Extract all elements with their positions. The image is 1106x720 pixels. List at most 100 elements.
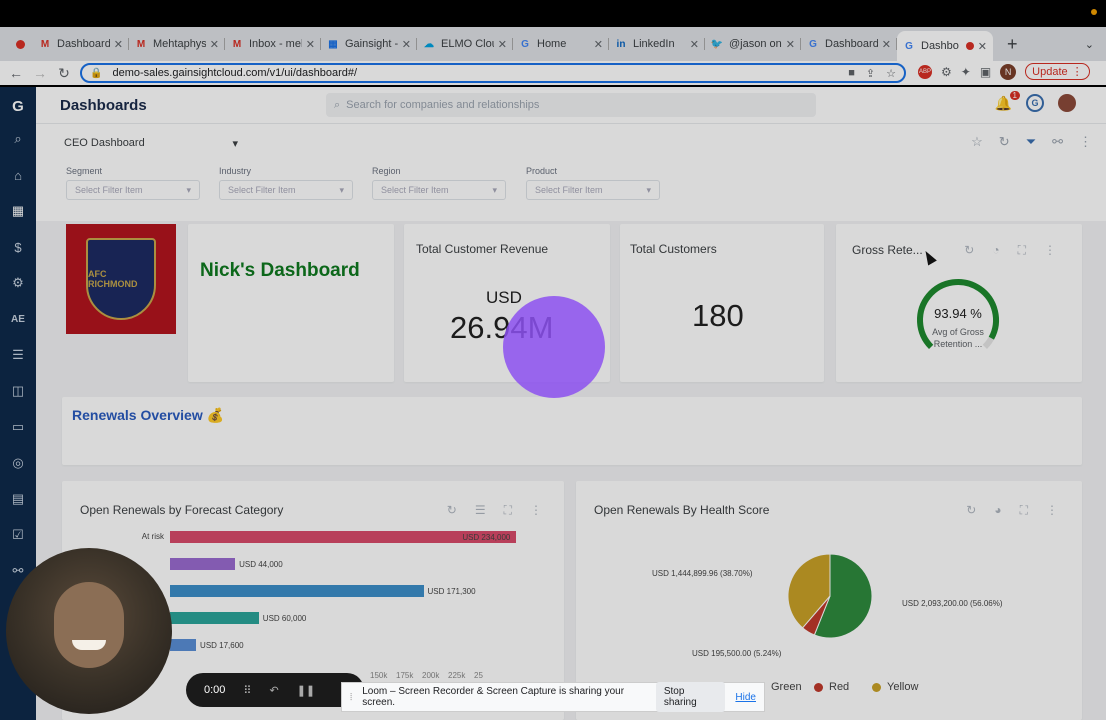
- tab-recording-icon: [965, 42, 974, 50]
- back-button[interactable]: ←: [4, 65, 28, 81]
- browser-tab[interactable]: G Dashbo ✕: [897, 31, 993, 61]
- forecast-bar[interactable]: [170, 639, 197, 651]
- filter-segment: Segment Select Filter Item ▾: [66, 166, 200, 200]
- main-content: Dashboards ⌕ Search for companies and re…: [36, 87, 1106, 720]
- recording-indicator-icon: [16, 39, 25, 49]
- clipboard-icon[interactable]: ☑: [8, 525, 28, 545]
- grip-icon[interactable]: ⦙: [350, 692, 352, 703]
- close-tab-icon[interactable]: ✕: [498, 38, 507, 51]
- target-icon[interactable]: ◎: [8, 453, 28, 473]
- tab-title: Gainsight -: [345, 38, 398, 50]
- caret-icon: ▾: [492, 185, 497, 195]
- tab-title: LinkedIn: [633, 38, 675, 50]
- stop-sharing-button[interactable]: Stop sharing: [655, 682, 726, 712]
- dollar-icon[interactable]: $: [8, 237, 28, 257]
- browser-tab[interactable]: G Home ✕: [513, 30, 609, 58]
- extensions-puzzle-icon[interactable]: ✦: [961, 65, 971, 79]
- update-button[interactable]: Update ⋮: [1025, 63, 1090, 80]
- filter-product-input[interactable]: Select Filter Item ▾: [526, 180, 660, 200]
- tab-search-chevron-icon[interactable]: ⌄: [1085, 38, 1094, 51]
- ae-icon[interactable]: AE: [8, 309, 28, 329]
- close-tab-icon[interactable]: ✕: [594, 38, 603, 51]
- crest-text: AFC RICHMOND: [88, 269, 138, 289]
- favorite-star-icon[interactable]: ☆: [971, 134, 983, 150]
- settings-icon[interactable]: ⚙: [8, 273, 28, 293]
- hide-button[interactable]: Hide: [735, 692, 756, 703]
- drag-handle-icon[interactable]: ⠿: [243, 684, 251, 697]
- x-axis-tick: 200k: [422, 671, 440, 680]
- browser-tab[interactable]: M Mehtaphys ✕: [129, 30, 225, 58]
- browser-tab[interactable]: G Dashboard ✕: [801, 30, 897, 58]
- close-tab-icon[interactable]: ✕: [978, 40, 987, 53]
- forecast-bar[interactable]: [170, 612, 259, 624]
- report-icon[interactable]: ▤: [8, 489, 28, 509]
- url-field[interactable]: 🔒 demo-sales.gainsightcloud.com/v1/ui/da…: [80, 63, 906, 83]
- filter-industry-input[interactable]: Select Filter Item ▾: [219, 180, 353, 200]
- profile-avatar[interactable]: N: [1000, 63, 1017, 80]
- filter-placeholder: Select Filter Item: [535, 185, 603, 195]
- dashboard-select[interactable]: CEO Dashboard ▾: [56, 132, 246, 154]
- tab-title: @jason on: [729, 38, 782, 50]
- close-tab-icon[interactable]: ✕: [882, 38, 891, 51]
- browser-tab[interactable]: ▦ Gainsight - ✕: [321, 30, 417, 58]
- browser-tab[interactable]: 🐦 @jason on ✕: [705, 30, 801, 58]
- global-search-input[interactable]: ⌕ Search for companies and relationships: [326, 93, 816, 117]
- legend-item-red[interactable]: Red: [814, 681, 849, 693]
- pause-icon[interactable]: ❚❚: [297, 684, 315, 697]
- filter-label: Product: [526, 166, 558, 176]
- undo-icon[interactable]: ↶: [269, 684, 278, 697]
- close-tab-icon[interactable]: ✕: [402, 38, 411, 51]
- filter-region-input[interactable]: Select Filter Item ▾: [372, 180, 506, 200]
- share-icon[interactable]: ⚯: [1052, 134, 1063, 150]
- bookmark-star-icon[interactable]: ☆: [886, 67, 896, 80]
- home-icon[interactable]: ⌂: [8, 165, 28, 185]
- camera-icon[interactable]: ■: [848, 67, 855, 80]
- loom-camera-bubble[interactable]: [6, 548, 172, 714]
- x-axis-tick: 225k: [448, 671, 466, 680]
- gainsight-logo-icon[interactable]: G: [8, 96, 28, 116]
- browser-tab[interactable]: M Inbox - meh ✕: [225, 30, 321, 58]
- close-tab-icon[interactable]: ✕: [114, 38, 123, 51]
- filter-placeholder: Select Filter Item: [228, 185, 296, 195]
- share-icon[interactable]: ⇪: [866, 67, 875, 80]
- box-icon[interactable]: ◫: [8, 381, 28, 401]
- forecast-bar[interactable]: [170, 585, 424, 597]
- dashboard-icon[interactable]: ▦: [8, 201, 28, 221]
- gauge-icon[interactable]: ◔: [992, 243, 999, 258]
- forward-button[interactable]: →: [28, 65, 52, 81]
- retention-widget: Gross Rete... ↻ ◔ ⛶ ⋮ 93.94 % Avg of Gro…: [836, 224, 1082, 382]
- browser-tab[interactable]: ☁ ELMO Clou ✕: [417, 30, 513, 58]
- close-tab-icon[interactable]: ✕: [210, 38, 219, 51]
- forecast-bar[interactable]: [170, 558, 236, 570]
- close-tab-icon[interactable]: ✕: [690, 38, 699, 51]
- filter-icon[interactable]: ⏷: [1026, 134, 1036, 150]
- filter-segment-input[interactable]: Select Filter Item ▾: [66, 180, 200, 200]
- notification-bell-icon[interactable]: 🔔 1: [995, 90, 1020, 112]
- reload-button[interactable]: ↻: [52, 65, 76, 82]
- gainsight-assist-icon[interactable]: G: [1026, 94, 1044, 112]
- more-options-icon[interactable]: ⋮: [1044, 243, 1056, 258]
- legend-item-yellow[interactable]: Yellow: [872, 681, 918, 693]
- caret-down-icon: ▾: [232, 137, 238, 150]
- refresh-icon[interactable]: ↻: [964, 243, 974, 258]
- search-icon[interactable]: ⌕: [8, 129, 28, 149]
- sidebar-icon[interactable]: ▣: [980, 65, 991, 79]
- extension-abp-icon[interactable]: ABP: [918, 64, 932, 79]
- list-icon[interactable]: ☰: [8, 345, 28, 365]
- user-avatar[interactable]: [1058, 94, 1076, 112]
- more-options-icon[interactable]: ⋮: [1079, 134, 1092, 150]
- tab-title: Dashboard: [57, 38, 110, 50]
- expand-icon[interactable]: ⛶: [1018, 243, 1026, 258]
- monitor-icon[interactable]: ▭: [8, 417, 28, 437]
- bar-value-label: USD 234,000: [462, 533, 511, 542]
- close-tab-icon[interactable]: ✕: [306, 38, 315, 51]
- refresh-icon[interactable]: ↻: [999, 134, 1010, 150]
- page-title: Dashboards: [60, 97, 147, 114]
- filter-label: Region: [372, 166, 401, 176]
- browser-tab[interactable]: in LinkedIn ✕: [609, 30, 705, 58]
- new-tab-button[interactable]: +: [1007, 34, 1018, 55]
- x-axis-tick: 150k: [370, 671, 388, 680]
- extension-gear-icon[interactable]: ⚙: [941, 65, 952, 79]
- browser-tab[interactable]: M Dashboard ✕: [33, 30, 129, 58]
- close-tab-icon[interactable]: ✕: [786, 38, 795, 51]
